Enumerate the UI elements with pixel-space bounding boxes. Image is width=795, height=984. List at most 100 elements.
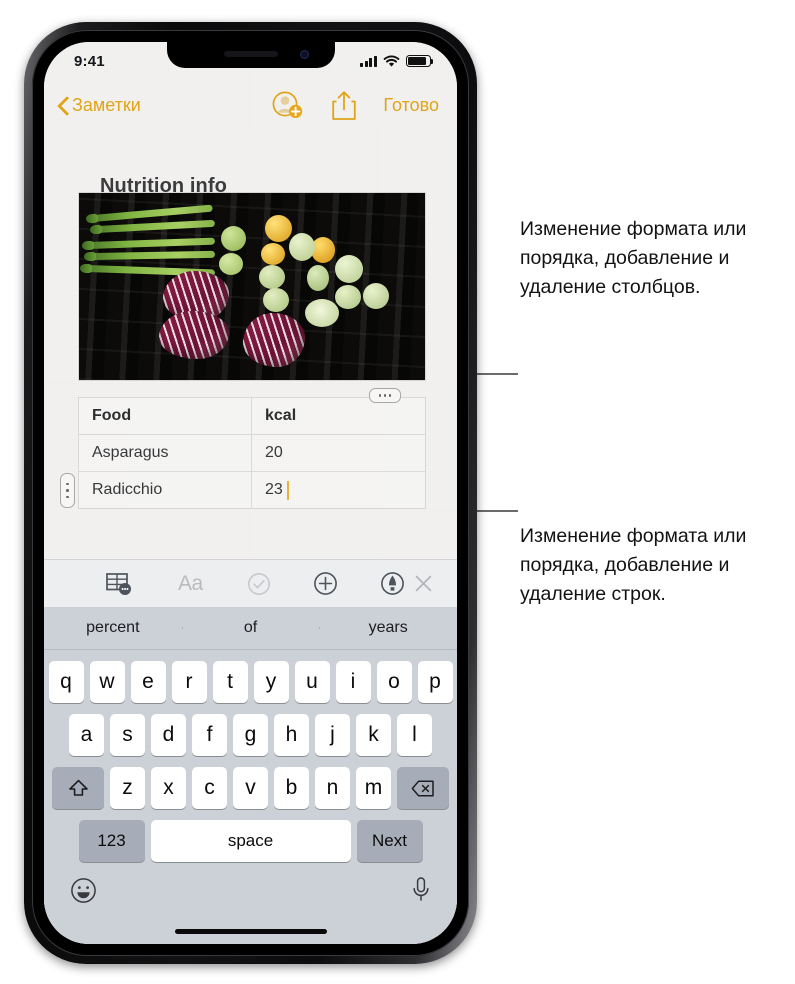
share-icon[interactable]	[331, 90, 357, 121]
table-header-cell[interactable]: kcal	[252, 398, 425, 434]
key-j[interactable]: j	[315, 714, 350, 756]
next-key[interactable]: Next	[356, 820, 423, 862]
squash	[335, 255, 363, 283]
table-options-icon[interactable]	[106, 572, 132, 596]
navigation-bar: Заметки Готово	[44, 84, 457, 126]
done-button[interactable]: Готово	[383, 95, 439, 116]
notch	[166, 42, 335, 68]
key-d[interactable]: d	[151, 714, 186, 756]
key-l[interactable]: l	[397, 714, 432, 756]
table-cell-kcal-value: 23	[265, 481, 283, 498]
phone-frame: 9:41 Заметки Готово Nutrition info Food …	[24, 22, 477, 964]
key-q[interactable]: q	[48, 661, 84, 703]
key-k[interactable]: k	[356, 714, 391, 756]
key-u[interactable]: u	[294, 661, 330, 703]
key-w[interactable]: w	[89, 661, 125, 703]
status-time: 9:41	[74, 52, 105, 70]
key-y[interactable]: y	[253, 661, 289, 703]
callout-rows: Изменение формата или порядка, добавлени…	[520, 525, 747, 605]
add-person-icon[interactable]	[271, 90, 305, 120]
backspace-icon[interactable]	[397, 767, 449, 809]
yellow-tomato	[265, 215, 292, 242]
table-cell-food[interactable]: Asparagus	[79, 435, 252, 471]
squash-slice	[305, 299, 339, 327]
front-camera-icon	[299, 50, 309, 59]
keyboard-row-1: q w e r t y u i o p	[44, 661, 457, 703]
squash	[263, 288, 289, 312]
key-b[interactable]: b	[274, 767, 309, 809]
prediction-item[interactable]: percent	[44, 619, 182, 637]
green-tomato	[221, 226, 246, 251]
emoji-smiley-icon[interactable]	[70, 877, 97, 904]
prediction-item[interactable]: years	[319, 619, 457, 637]
text-style-button[interactable]: Aa	[178, 572, 203, 596]
close-x-icon[interactable]	[412, 572, 435, 595]
cellular-bars-icon	[360, 55, 377, 67]
table-row: Radicchio 23	[79, 472, 425, 508]
keyboard-row-3: z x c v b n m	[44, 767, 457, 809]
key-p[interactable]: p	[417, 661, 453, 703]
predictive-text-bar: percent of years	[44, 607, 457, 650]
key-e[interactable]: e	[130, 661, 166, 703]
back-to-notes-button[interactable]: Заметки	[58, 95, 141, 116]
keyboard-row-4: 123 space Next	[44, 820, 457, 862]
nav-actions: Готово	[271, 90, 439, 121]
table-row: Asparagus 20	[79, 435, 425, 472]
wifi-icon	[383, 55, 400, 67]
radicchio-whole	[243, 313, 305, 367]
key-h[interactable]: h	[274, 714, 309, 756]
key-x[interactable]: x	[151, 767, 186, 809]
text-caret	[286, 480, 289, 500]
radicchio-half	[159, 311, 229, 359]
key-a[interactable]: a	[69, 714, 104, 756]
key-t[interactable]: t	[212, 661, 248, 703]
squash	[335, 285, 361, 309]
back-button-label: Заметки	[72, 94, 141, 115]
home-indicator[interactable]	[174, 929, 327, 934]
keyboard-bottom-row	[44, 862, 457, 904]
table-header-row: Food kcal	[79, 398, 425, 435]
plus-circle-icon[interactable]	[313, 571, 338, 596]
key-i[interactable]: i	[335, 661, 371, 703]
key-v[interactable]: v	[233, 767, 268, 809]
checklist-icon[interactable]	[247, 572, 271, 596]
squash	[289, 233, 315, 261]
row-handle-dots-icon[interactable]	[60, 473, 75, 508]
table-cell-kcal[interactable]: 20	[252, 435, 425, 471]
shift-arrow-icon[interactable]	[52, 767, 104, 809]
table-cell-kcal-active[interactable]: 23	[252, 472, 425, 508]
prediction-item[interactable]: of	[181, 619, 320, 637]
key-g[interactable]: g	[233, 714, 268, 756]
table-cell-food[interactable]: Radicchio	[79, 472, 252, 508]
squash	[259, 265, 285, 289]
note-table[interactable]: Food kcal Asparagus 20 Radicchio 23	[60, 388, 426, 509]
key-o[interactable]: o	[376, 661, 412, 703]
space-key[interactable]: space	[150, 820, 351, 862]
key-f[interactable]: f	[192, 714, 227, 756]
on-screen-keyboard: percent of years q w e r t y u i o p a s…	[44, 607, 457, 944]
squash	[363, 283, 389, 309]
battery-icon	[406, 55, 434, 67]
phone-bezel: 9:41 Заметки Готово Nutrition info Food …	[32, 30, 469, 956]
key-s[interactable]: s	[110, 714, 145, 756]
format-toolbar: Aa	[44, 559, 457, 607]
numbers-key[interactable]: 123	[78, 820, 145, 862]
green-tomato	[219, 253, 243, 275]
markup-pen-icon[interactable]	[380, 571, 405, 596]
key-c[interactable]: c	[192, 767, 227, 809]
column-handle-dots-icon[interactable]	[369, 388, 401, 403]
table-header-cell[interactable]: Food	[79, 398, 252, 434]
earpiece-speaker-icon	[223, 51, 278, 57]
key-r[interactable]: r	[171, 661, 207, 703]
key-z[interactable]: z	[110, 767, 145, 809]
key-n[interactable]: n	[315, 767, 350, 809]
key-m[interactable]: m	[356, 767, 391, 809]
microphone-icon[interactable]	[411, 876, 431, 904]
squash	[307, 265, 329, 291]
grilled-vegetables-photo[interactable]	[78, 192, 426, 381]
chevron-left-icon	[58, 96, 69, 115]
status-indicators	[360, 55, 434, 68]
yellow-tomato	[261, 243, 285, 265]
callout-columns: Изменение формата или порядка, добавлени…	[520, 218, 747, 298]
phone-screen: 9:41 Заметки Готово Nutrition info Food …	[44, 42, 457, 944]
